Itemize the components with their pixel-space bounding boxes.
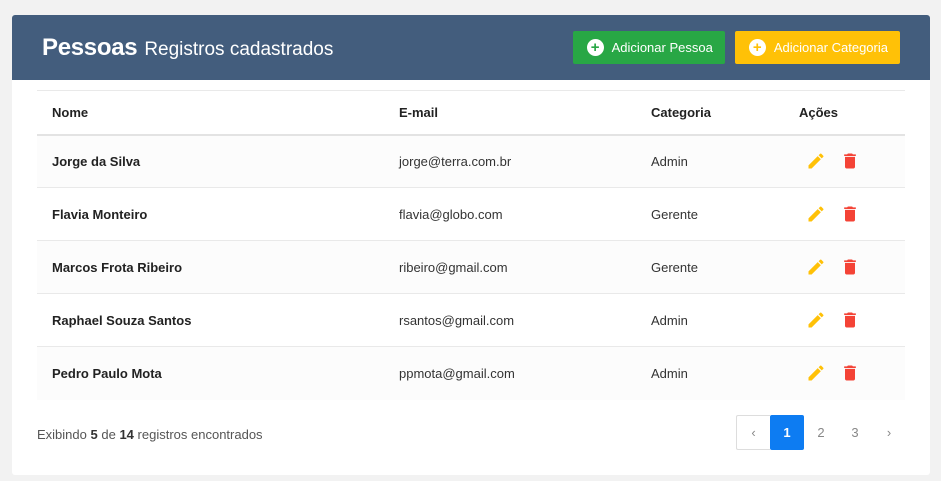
page-title: Pessoas Registros cadastrados	[42, 34, 333, 62]
trash-icon[interactable]	[840, 310, 860, 330]
pagination-page-3[interactable]: 3	[838, 415, 872, 450]
cell-nome: Raphael Souza Santos	[37, 293, 384, 347]
header-actions: + Adicionar Pessoa + Adicionar Categoria	[572, 31, 900, 64]
cell-acoes	[784, 187, 905, 241]
cell-categoria: Gerente	[636, 187, 784, 241]
cell-categoria: Admin	[636, 134, 784, 188]
cell-nome: Flavia Monteiro	[37, 187, 384, 241]
summary-shown-count: 5	[90, 427, 98, 442]
trash-icon[interactable]	[840, 204, 860, 224]
card-header: Pessoas Registros cadastrados + Adiciona…	[12, 15, 930, 80]
summary-prefix: Exibindo	[37, 427, 87, 442]
trash-icon[interactable]	[840, 151, 860, 171]
pagination-prev[interactable]: ‹	[736, 415, 770, 450]
cell-categoria: Admin	[636, 346, 784, 400]
title-subtitle: Registros cadastrados	[144, 38, 334, 60]
cell-email: flavia@globo.com	[384, 187, 636, 241]
pencil-icon[interactable]	[806, 363, 826, 383]
table-row: Raphael Souza Santos rsantos@gmail.com Adm…	[37, 293, 905, 347]
column-header-categoria: Categoria	[651, 104, 711, 120]
add-category-button[interactable]: + Adicionar Categoria	[734, 31, 900, 64]
cell-email: ribeiro@gmail.com	[384, 240, 636, 294]
pagination-next[interactable]: ›	[872, 415, 906, 450]
cell-nome: Jorge da Silva	[37, 134, 384, 188]
table-row: Pedro Paulo Mota ppmota@gmail.com Admin	[37, 346, 905, 400]
plus-circle-icon: +	[586, 39, 604, 56]
cell-acoes	[784, 293, 905, 347]
title-main: Pessoas	[42, 33, 138, 61]
cell-email: jorge@terra.com.br	[384, 134, 636, 188]
pencil-icon[interactable]	[806, 257, 826, 277]
cell-acoes	[784, 134, 905, 188]
pagination-page-2[interactable]: 2	[804, 415, 838, 450]
trash-icon[interactable]	[840, 363, 860, 383]
cell-acoes	[784, 346, 905, 400]
column-header-email: E-mail	[399, 104, 439, 120]
add-person-button[interactable]: + Adicionar Pessoa	[572, 31, 725, 64]
pencil-icon[interactable]	[806, 310, 826, 330]
table-row: Jorge da Silva jorge@terra.com.br Admin	[37, 134, 905, 188]
plus-circle-icon: +	[748, 39, 766, 56]
cell-categoria: Admin	[636, 293, 784, 347]
cell-email: rsantos@gmail.com	[384, 293, 636, 347]
cell-categoria: Gerente	[636, 240, 784, 294]
table-row: Marcos Frota Ribeiro ribeiro@gmail.com Ger…	[37, 240, 905, 294]
cell-email: ppmota@gmail.com	[384, 346, 636, 400]
results-summary: Exibindo 5 de 14 registros encontrados	[37, 427, 263, 442]
cell-acoes	[784, 240, 905, 294]
pagination-page-1[interactable]: 1	[770, 415, 804, 450]
summary-suffix: registros encontrados	[137, 427, 263, 442]
pencil-icon[interactable]	[806, 151, 826, 171]
pencil-icon[interactable]	[806, 204, 826, 224]
summary-middle: de	[101, 427, 116, 442]
add-person-label: Adicionar Pessoa	[611, 40, 713, 55]
cell-nome: Pedro Paulo Mota	[37, 346, 384, 400]
people-card: Pessoas Registros cadastrados + Adiciona…	[12, 15, 930, 475]
column-header-acoes: Ações	[799, 104, 839, 120]
table-header-row: Nome E-mail Categoria Ações	[37, 90, 905, 135]
summary-total-count: 14	[119, 427, 134, 442]
add-category-label: Adicionar Categoria	[773, 40, 888, 55]
table-row: Flavia Monteiro flavia@globo.com Gerente	[37, 187, 905, 241]
people-table: Nome E-mail Categoria Ações Jorge da Sil…	[37, 90, 905, 400]
cell-nome: Marcos Frota Ribeiro	[37, 240, 384, 294]
pagination: ‹ 1 2 3 ›	[736, 415, 906, 450]
trash-icon[interactable]	[840, 257, 860, 277]
column-header-nome: Nome	[52, 104, 89, 120]
